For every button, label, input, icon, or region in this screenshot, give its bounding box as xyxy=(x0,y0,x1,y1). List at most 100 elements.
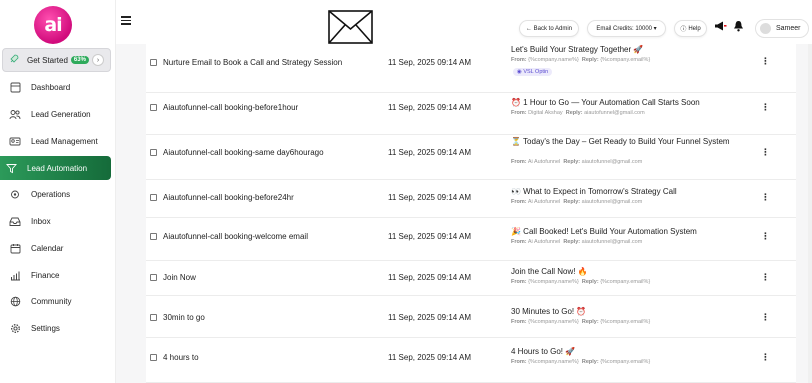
avatar xyxy=(760,23,771,34)
row-more-icon[interactable]: ⋮ xyxy=(761,231,770,242)
back-to-admin-button[interactable]: ← Back to Admin xyxy=(519,20,579,37)
finance-icon xyxy=(8,268,22,282)
sidebar-item-label: Operations xyxy=(31,189,71,199)
sidebar-item-settings[interactable]: Settings xyxy=(4,317,112,339)
sidebar-item-label: Inbox xyxy=(31,216,51,226)
row-sender: From: {%company.name%} Reply: {%company.… xyxy=(511,279,651,285)
funnel-icon xyxy=(4,161,18,175)
row-subject: 30 Minutes to Go! ⏰ xyxy=(511,307,587,316)
row-more-icon[interactable]: ⋮ xyxy=(761,56,770,67)
row-sender: From: {%company.name%} Reply: {%company.… xyxy=(511,57,651,63)
row-sender: From: {%company.name%} Reply: {%company.… xyxy=(511,359,651,365)
row-more-icon[interactable]: ⋮ xyxy=(761,102,770,113)
table-row[interactable]: Nurture Email to Book a Call and Strateg… xyxy=(146,44,796,93)
row-name: Aiautofunnel-call booking-before1hour xyxy=(163,103,299,112)
sidebar-item-calendar[interactable]: Calendar xyxy=(4,237,112,259)
row-more-icon[interactable]: ⋮ xyxy=(761,192,770,203)
row-more-icon[interactable]: ⋮ xyxy=(761,147,770,158)
sidebar-item-label: Lead Generation xyxy=(31,109,91,119)
vsl-optin-tag[interactable]: ◉ VSL Optin xyxy=(513,68,553,76)
row-date: 11 Sep, 2025 09:14 AM xyxy=(388,193,472,202)
megaphone-icon[interactable] xyxy=(714,20,727,32)
sidebar-item-operations[interactable]: Operations xyxy=(4,183,112,205)
sidebar-item-finance[interactable]: Finance xyxy=(4,264,112,286)
chevron-right-icon[interactable]: › xyxy=(92,54,104,66)
row-sender: From: Ai Autofunnel Reply: aiautofunnel@… xyxy=(511,199,643,205)
table-row[interactable]: Aiautofunnel-call booking-before1hour 11… xyxy=(146,93,796,135)
row-subject: Let's Build Your Strategy Together 🚀 xyxy=(511,45,644,54)
row-subject: 👀 What to Expect in Tomorrow's Strategy … xyxy=(511,187,677,196)
row-checkbox[interactable] xyxy=(150,354,157,361)
row-name: Nurture Email to Book a Call and Strateg… xyxy=(163,58,343,67)
row-subject: Join the Call Now! 🔥 xyxy=(511,267,588,276)
user-menu-button[interactable]: Sameer xyxy=(755,19,809,38)
row-checkbox[interactable] xyxy=(150,104,157,111)
table-row[interactable]: 30min to go 11 Sep, 2025 09:14 AM 30 Min… xyxy=(146,296,796,338)
get-started-button[interactable]: Get Started 63% › xyxy=(2,48,111,72)
row-checkbox[interactable] xyxy=(150,314,157,321)
table-row[interactable]: Aiautofunnel-call booking-before24hr 11 … xyxy=(146,180,796,218)
bell-icon[interactable] xyxy=(733,20,744,32)
sidebar-item-label: Dashboard xyxy=(31,82,71,92)
user-name: Sameer xyxy=(776,25,801,32)
sidebar-item-dashboard[interactable]: Dashboard xyxy=(4,76,112,98)
row-date: 11 Sep, 2025 09:14 AM xyxy=(388,148,472,157)
row-sender: From: Ai Autofunnel Reply: aiautofunnel@… xyxy=(511,239,643,245)
row-more-icon[interactable]: ⋮ xyxy=(761,272,770,283)
row-checkbox[interactable] xyxy=(150,194,157,201)
sidebar-item-lead-generation[interactable]: Lead Generation xyxy=(4,103,112,125)
table-row[interactable]: Join Now 11 Sep, 2025 09:14 AM Join the … xyxy=(146,261,796,296)
sidebar-item-community[interactable]: Community xyxy=(4,290,112,312)
sidebar-item-label: Lead Automation xyxy=(27,163,88,173)
row-subject: 4 Hours to Go! 🚀 xyxy=(511,347,576,356)
help-icon: ⓘ xyxy=(680,27,687,33)
row-sender: From: Ai Autofunnel Reply: aiautofunnel@… xyxy=(511,159,643,165)
sidebar-item-label: Finance xyxy=(31,270,60,280)
row-date: 11 Sep, 2025 09:14 AM xyxy=(388,313,472,322)
rocket-icon xyxy=(9,54,25,67)
operations-icon xyxy=(8,187,22,201)
sidebar-item-inbox[interactable]: Inbox xyxy=(4,210,112,232)
row-more-icon[interactable]: ⋮ xyxy=(761,312,770,323)
menu-toggle-icon[interactable] xyxy=(121,16,131,26)
row-name: Aiautofunnel-call booking-same day6houra… xyxy=(163,148,324,157)
table-row[interactable]: 4 hours to 11 Sep, 2025 09:14 AM 4 Hours… xyxy=(146,338,796,383)
help-label: Help xyxy=(688,25,701,32)
row-subject: ⏳ Today's the Day – Get Ready to Build Y… xyxy=(511,137,730,146)
sidebar-item-lead-automation[interactable]: Lead Automation xyxy=(0,156,111,180)
globe-icon xyxy=(8,294,22,308)
envelope-icon xyxy=(328,10,373,44)
help-button[interactable]: ⓘ Help xyxy=(674,20,707,37)
app-logo[interactable]: ai xyxy=(34,6,72,44)
lead-management-icon xyxy=(8,134,22,148)
row-sender: From: {%company.name%} Reply: {%company.… xyxy=(511,319,651,325)
row-checkbox[interactable] xyxy=(150,59,157,66)
get-started-label: Get Started xyxy=(27,55,68,65)
row-checkbox[interactable] xyxy=(150,233,157,240)
calendar-icon xyxy=(8,241,22,255)
people-icon xyxy=(8,107,22,121)
inbox-icon xyxy=(8,214,22,228)
row-checkbox[interactable] xyxy=(150,274,157,281)
dashboard-icon xyxy=(8,80,22,94)
sidebar-item-label: Calendar xyxy=(31,243,64,253)
row-name: Join Now xyxy=(163,273,196,282)
sidebar-item-label: Lead Management xyxy=(31,136,98,146)
row-date: 11 Sep, 2025 09:14 AM xyxy=(388,58,472,67)
scrollbar[interactable] xyxy=(808,44,812,383)
row-subject: 🎉 Call Booked! Let's Build Your Automati… xyxy=(511,227,697,236)
progress-badge: 63% xyxy=(70,56,89,64)
row-date: 11 Sep, 2025 09:14 AM xyxy=(388,232,472,241)
email-credits-dropdown[interactable]: Email Credits: 10000 ▾ xyxy=(587,20,666,37)
sidebar-item-lead-management[interactable]: Lead Management xyxy=(4,130,112,152)
row-name: Aiautofunnel-call booking-welcome email xyxy=(163,232,308,241)
app: ai Get Started 63% › Dashboard Lead Gene… xyxy=(0,0,812,383)
table-row[interactable]: Aiautofunnel-call booking-welcome email … xyxy=(146,218,796,261)
row-sender: From: Digital Akshay Reply: aiautofunnel… xyxy=(511,110,645,116)
row-date: 11 Sep, 2025 09:14 AM xyxy=(388,353,472,362)
table-row[interactable]: Aiautofunnel-call booking-same day6houra… xyxy=(146,135,796,180)
row-more-icon[interactable]: ⋮ xyxy=(761,352,770,363)
row-checkbox[interactable] xyxy=(150,149,157,156)
row-name: 4 hours to xyxy=(163,353,199,362)
sidebar: ai Get Started 63% › Dashboard Lead Gene… xyxy=(0,0,116,383)
